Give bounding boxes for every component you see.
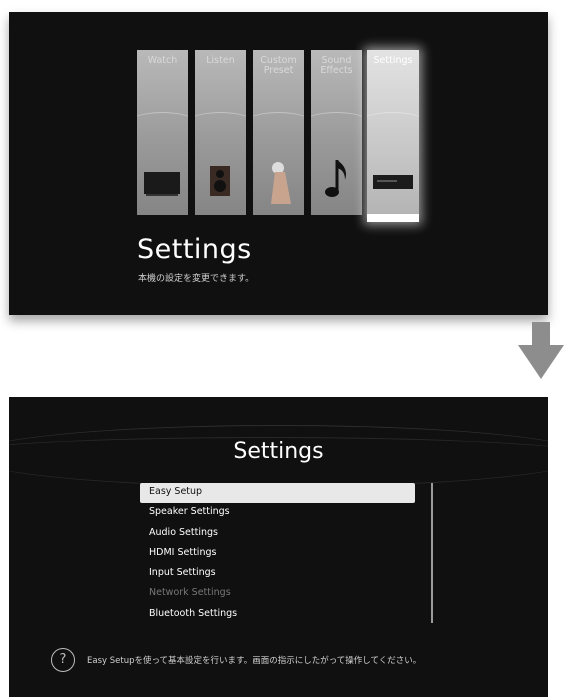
menu-item-network-settings: Network Settings	[149, 587, 231, 599]
settings-title: Settings	[233, 439, 324, 464]
tile-wave	[195, 112, 246, 137]
tile-wave	[253, 112, 304, 137]
menu-item-bluetooth-settings[interactable]: Bluetooth Settings	[140, 605, 415, 625]
tile-label: Watch	[147, 55, 178, 66]
page-description: 本機の設定を変更できます。	[138, 274, 255, 284]
scrollbar[interactable]	[431, 483, 433, 623]
arrow-head	[518, 345, 564, 379]
tile-watch[interactable]: Watch	[137, 50, 188, 215]
speaker-icon	[210, 166, 230, 196]
home-menu-screen: Watch Listen Custom Preset Sound Effects	[9, 12, 548, 315]
tile-label: Settings	[373, 55, 413, 66]
help-icon: ?	[51, 648, 75, 672]
settings-menu-list: Easy Setup Speaker Settings Audio Settin…	[140, 483, 415, 625]
menu-item-speaker-settings[interactable]: Speaker Settings	[140, 503, 415, 523]
tile-wave	[367, 112, 419, 137]
settings-menu-screen: Settings Easy Setup Speaker Settings Aud…	[9, 397, 548, 697]
tile-sound-effects[interactable]: Sound Effects	[311, 50, 362, 215]
tv-icon	[144, 172, 180, 196]
tile-settings[interactable]: Settings	[367, 50, 419, 222]
page-title: Settings	[137, 234, 252, 265]
tile-label: Sound Effects	[320, 55, 353, 76]
receiver-icon	[373, 175, 413, 189]
tile-wave	[311, 112, 362, 137]
tile-custom-preset[interactable]: Custom Preset	[253, 50, 304, 215]
help-text: Easy Setupを使って基本設定を行います。画面の指示にしたがって操作してく…	[87, 656, 422, 666]
menu-item-audio-settings[interactable]: Audio Settings	[140, 524, 415, 544]
arrow-shaft	[532, 322, 550, 346]
tile-label: Custom Preset	[260, 55, 297, 76]
music-note-icon	[325, 160, 346, 197]
tile-listen[interactable]: Listen	[195, 50, 246, 215]
tile-wave	[137, 112, 188, 137]
tile-label: Listen	[206, 55, 235, 66]
menu-item-input-settings[interactable]: Input Settings	[140, 564, 415, 584]
hand-icon	[271, 162, 291, 204]
menu-item-hdmi-settings[interactable]: HDMI Settings	[140, 544, 415, 564]
menu-item-easy-setup[interactable]: Easy Setup	[140, 483, 415, 503]
